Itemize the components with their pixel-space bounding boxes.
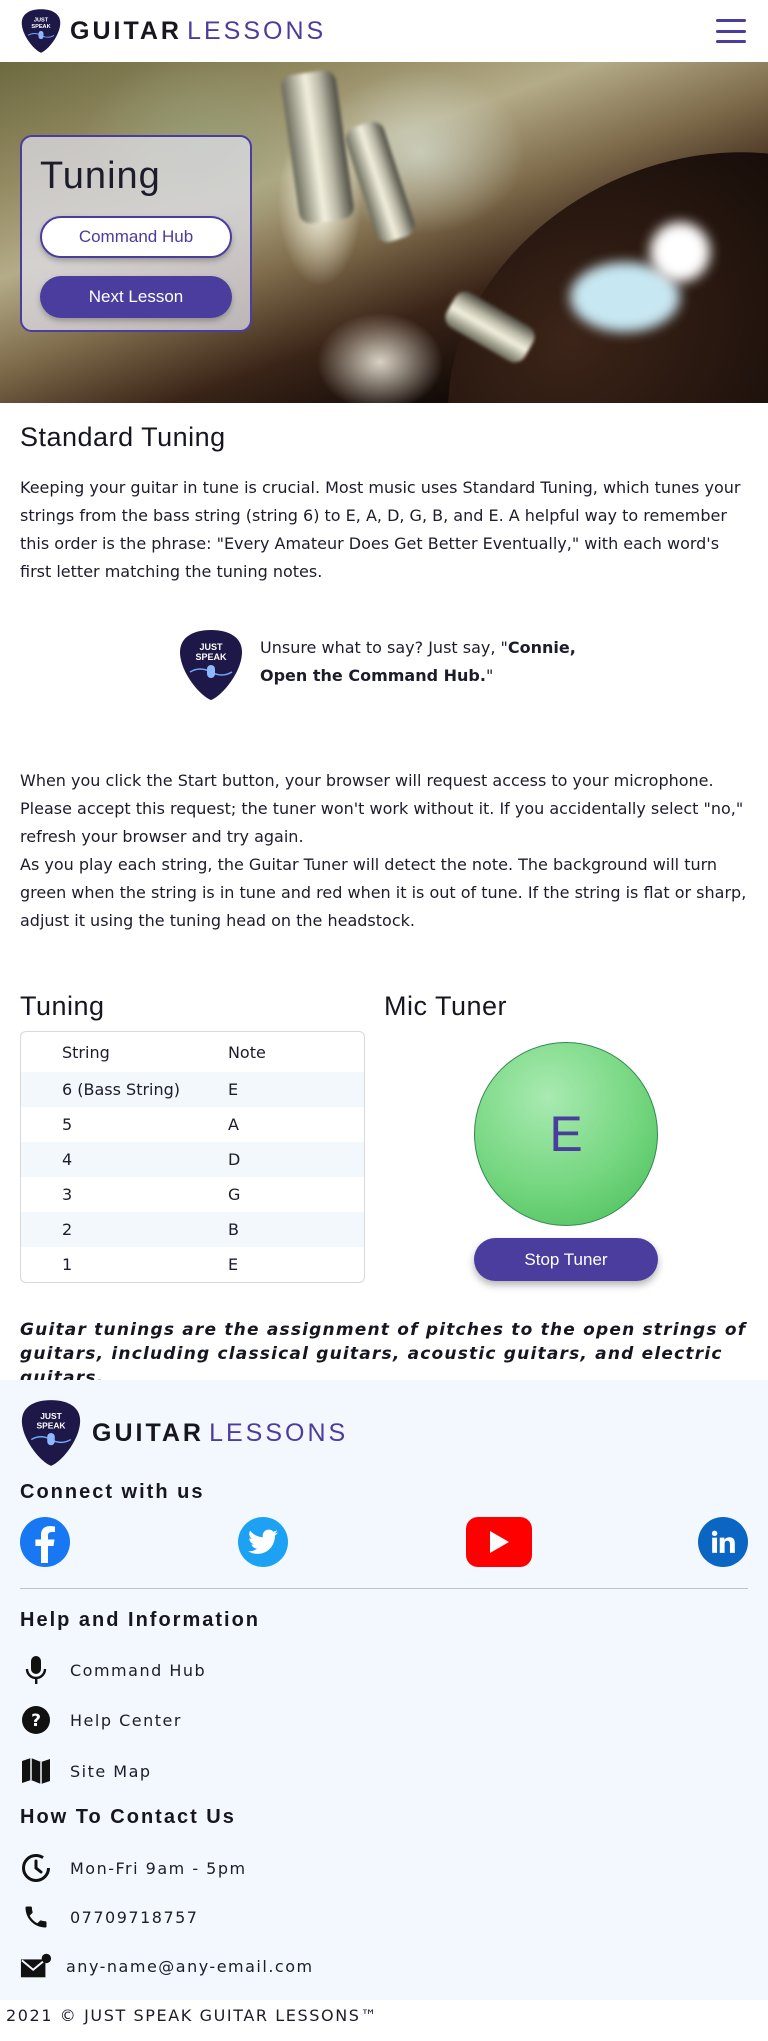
contact-hours: Mon-Fri 9am - 5pm [20, 1851, 247, 1885]
string-cell: 5 [62, 1115, 73, 1134]
help-heading: Help and Information [20, 1609, 260, 1631]
string-cell: 4 [62, 1150, 73, 1169]
table-header-row: String Note [21, 1032, 364, 1072]
tuning-table: String Note 6 (Bass String) E 5A 4D 3G 2B… [20, 1031, 365, 1283]
table-row: 3G [21, 1177, 364, 1212]
linkedin-icon[interactable] [698, 1517, 748, 1567]
microphone-icon [20, 1654, 52, 1686]
guitar-pick-logo-icon: JUST SPEAK [21, 1400, 81, 1466]
detected-note: E [549, 1106, 583, 1162]
footer-brand-word-lessons: LESSONS [209, 1418, 349, 1447]
note-cell: E [227, 1080, 239, 1099]
note-cell: A [227, 1115, 239, 1134]
callout-badge-line2: SPEAK [195, 652, 227, 662]
hero-guitar-body-image [375, 71, 768, 403]
column-header-note: Note [227, 1042, 266, 1062]
table-row: 4D [21, 1142, 364, 1177]
callout-prefix: Unsure what to say? Just say, " [260, 638, 508, 657]
contact-hours-text: Mon-Fri 9am - 5pm [70, 1858, 247, 1878]
hero-tuning-peg-image [279, 68, 356, 226]
facebook-icon[interactable] [20, 1517, 70, 1567]
section-heading-standard-tuning: Standard Tuning [20, 422, 226, 452]
logo-badge-line2: SPEAK [31, 24, 50, 30]
footer-link-label: Help Center [70, 1710, 182, 1730]
tuning-table-heading: Tuning [20, 991, 105, 1021]
hero-tuning-peg-image [342, 118, 418, 246]
brand-logo-link[interactable]: JUST SPEAK GUITAR LESSONS [20, 8, 326, 54]
standard-tuning-paragraph: Keeping your guitar in tune is crucial. … [20, 478, 741, 581]
contact-email-text: any-name@any-email.com [66, 1956, 314, 1976]
connect-heading: Connect with us [20, 1481, 205, 1503]
guitar-pick-logo-icon: JUST SPEAK [180, 630, 242, 700]
voice-command-callout: JUST SPEAK Unsure what to say? Just say,… [178, 626, 618, 706]
brand-word-lessons: LESSONS [187, 16, 327, 45]
brand-word-guitar: GUITAR [70, 16, 182, 45]
callout-badge-line1: JUST [199, 642, 223, 652]
top-navbar: JUST SPEAK GUITAR LESSONS [0, 0, 768, 62]
footer-brand-word-guitar: GUITAR [92, 1418, 204, 1447]
guitar-pick-logo-icon: JUST SPEAK [21, 9, 61, 53]
hero-highlight [650, 222, 710, 282]
youtube-icon[interactable] [466, 1517, 532, 1567]
hamburger-menu-icon[interactable] [716, 19, 746, 43]
copyright-text: 2021 © JUST SPEAK GUITAR LESSONS™ [6, 2006, 379, 2025]
footer-badge-line2: SPEAK [36, 1420, 66, 1430]
footer-link-command-hub[interactable]: Command Hub [20, 1653, 206, 1687]
string-cell: 2 [62, 1220, 73, 1239]
contact-heading: How To Contact Us [20, 1806, 236, 1828]
footer-link-help-center[interactable]: ? Help Center [20, 1703, 182, 1737]
microphone-instructions-paragraph: When you click the Start button, your br… [20, 771, 744, 846]
twitter-icon[interactable] [238, 1517, 288, 1567]
table-row: 6 (Bass String) E [21, 1072, 364, 1107]
logo-badge-line1: JUST [34, 18, 49, 24]
email-notification-icon [20, 1950, 52, 1982]
page-title: Tuning [40, 155, 161, 197]
clock-icon [20, 1852, 52, 1884]
command-hub-button[interactable]: Command Hub [40, 216, 232, 258]
footer-divider [20, 1588, 748, 1589]
hero-banner: Tuning Command Hub Next Lesson [0, 62, 768, 403]
footer-brand-logo[interactable]: JUST SPEAK GUITAR LESSONS [20, 1398, 348, 1468]
svg-text:?: ? [31, 1711, 41, 1731]
table-row: 1E [21, 1247, 364, 1282]
footer-link-site-map[interactable]: Site Map [20, 1754, 152, 1788]
callout-suffix: " [485, 666, 494, 685]
note-cell: B [227, 1220, 239, 1239]
note-cell: D [227, 1150, 241, 1169]
string-cell: 1 [62, 1255, 73, 1274]
table-row: 5A [21, 1107, 364, 1142]
callout-text: Unsure what to say? Just say, "Connie, O… [260, 634, 620, 690]
footer-link-label: Site Map [70, 1761, 152, 1781]
tuner-note-display: E [474, 1042, 658, 1226]
hero-card: Tuning Command Hub Next Lesson [20, 135, 252, 332]
table-row: 2B [21, 1212, 364, 1247]
column-header-string: String [62, 1042, 110, 1062]
contact-email[interactable]: any-name@any-email.com [20, 1949, 314, 1983]
stop-tuner-button[interactable]: Stop Tuner [474, 1238, 658, 1281]
map-icon [20, 1755, 52, 1787]
next-lesson-button[interactable]: Next Lesson [40, 276, 232, 318]
footer-link-label: Command Hub [70, 1660, 207, 1680]
string-cell: 3 [62, 1185, 73, 1204]
question-circle-icon: ? [20, 1704, 52, 1736]
note-cell: G [227, 1185, 241, 1204]
note-cell: E [227, 1255, 239, 1274]
contact-phone[interactable]: 07709718757 [20, 1900, 198, 1934]
mic-tuner-heading: Mic Tuner [384, 991, 508, 1021]
tuner-instructions-paragraph: As you play each string, the Guitar Tune… [20, 855, 747, 930]
phone-icon [20, 1901, 52, 1933]
contact-phone-text: 07709718757 [70, 1907, 199, 1927]
string-cell: 6 (Bass String) [62, 1080, 181, 1099]
